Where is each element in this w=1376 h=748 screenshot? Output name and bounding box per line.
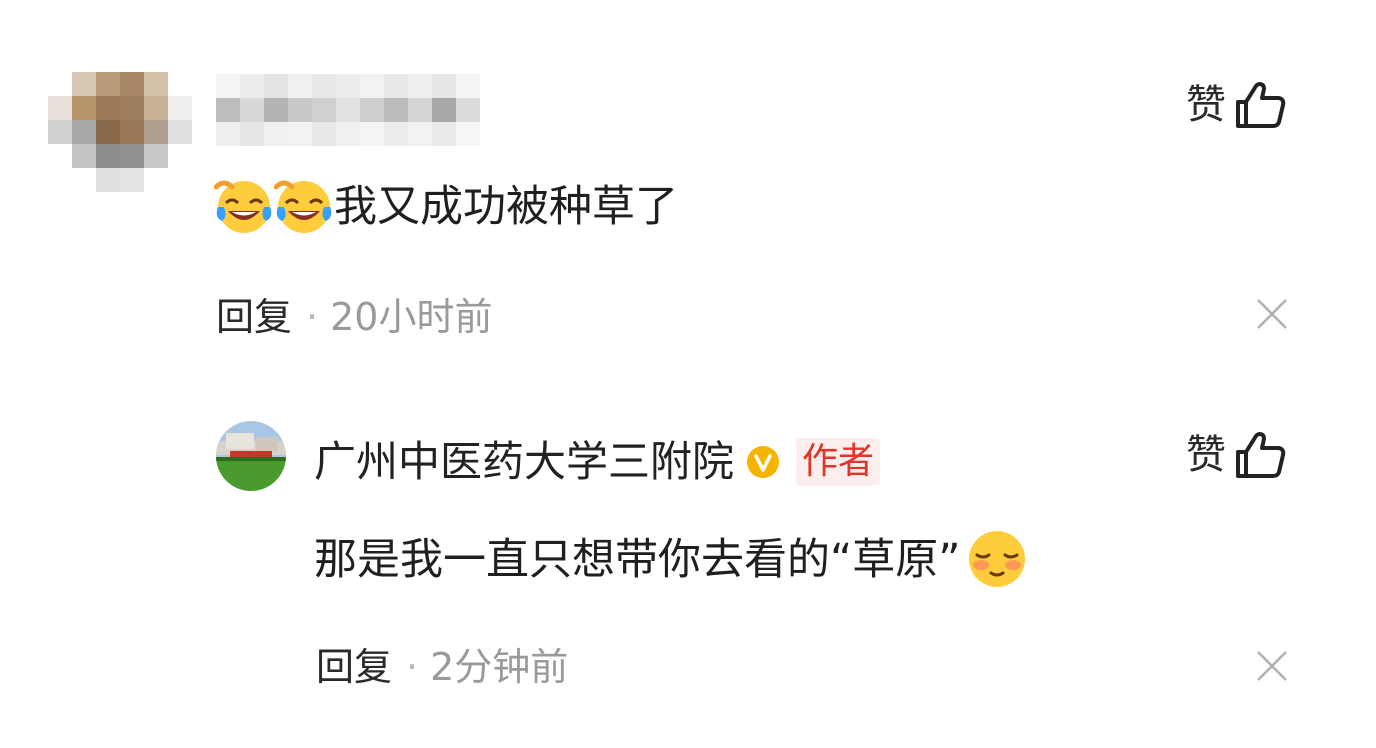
pixel-cell: [384, 98, 408, 122]
user-avatar-pixelated[interactable]: [48, 72, 192, 192]
author-avatar[interactable]: [216, 421, 286, 491]
pixel-cell: [168, 72, 192, 96]
pixel-cell: [72, 120, 96, 144]
pixel-cell: [264, 122, 288, 146]
pixel-cell: [408, 98, 432, 122]
comment-meta: 回复 · 20小时前: [216, 292, 492, 342]
pixel-cell: [120, 96, 144, 120]
pixel-cell: [384, 122, 408, 146]
pixel-cell: [96, 72, 120, 96]
like-button[interactable]: 赞: [1186, 430, 1286, 480]
reply-button[interactable]: 回复: [316, 645, 392, 689]
pixel-cell: [48, 168, 72, 192]
pixel-cell: [48, 144, 72, 168]
meta-separator: ·: [306, 295, 319, 339]
pixel-cell: [264, 98, 288, 122]
close-icon[interactable]: [1254, 296, 1290, 332]
pixel-cell: [312, 74, 336, 98]
blushing-smile-emoji: [968, 530, 1025, 587]
pixel-cell: [96, 96, 120, 120]
pixel-cell: [168, 144, 192, 168]
pixel-cell: [432, 98, 456, 122]
pixel-cell: [120, 120, 144, 144]
author-name[interactable]: 广州中医药大学三附院: [314, 434, 734, 490]
pixel-cell: [336, 74, 360, 98]
pixel-cell: [360, 98, 384, 122]
pixel-cell: [168, 168, 192, 192]
pixel-cell: [168, 120, 192, 144]
pixel-cell: [288, 74, 312, 98]
pixel-cell: [48, 120, 72, 144]
pixel-cell: [456, 122, 480, 146]
pixel-cell: [144, 144, 168, 168]
pixel-cell: [288, 122, 312, 146]
pixel-cell: [120, 168, 144, 192]
pixel-cell: [312, 98, 336, 122]
pixel-cell: [96, 120, 120, 144]
pixel-cell: [144, 120, 168, 144]
pixel-cell: [96, 168, 120, 192]
like-label: 赞: [1186, 82, 1226, 128]
pixel-cell: [48, 96, 72, 120]
pixel-cell: [312, 122, 336, 146]
pixel-cell: [408, 74, 432, 98]
comment-time: 20小时前: [330, 295, 493, 339]
author-header: 广州中医药大学三附院 作者: [314, 434, 881, 490]
pixel-cell: [384, 74, 408, 98]
comment-text: 我又成功被种草了: [214, 177, 678, 237]
comment-text: 那是我一直只想带你去看的“草原”: [314, 530, 1029, 590]
pixel-cell: [168, 96, 192, 120]
verified-badge-icon: [747, 446, 780, 478]
pixel-cell: [72, 96, 96, 120]
comment-text-content: 我又成功被种草了: [334, 182, 678, 232]
pixel-cell: [456, 98, 480, 122]
like-button[interactable]: 赞: [1186, 80, 1286, 130]
crying-laughing-emoji: [214, 180, 272, 233]
comment-text-content: 那是我一直只想带你去看的“草原”: [314, 535, 961, 585]
thumbs-up-icon: [1236, 432, 1286, 478]
pixel-cell: [360, 74, 384, 98]
crying-laughing-emoji: [274, 180, 332, 233]
comment-meta: 回复 · 2分钟前: [316, 642, 568, 692]
user-name-pixelated[interactable]: [216, 74, 480, 146]
pixel-cell: [72, 72, 96, 96]
pixel-cell: [144, 96, 168, 120]
comment-time: 2分钟前: [430, 645, 569, 689]
pixel-cell: [264, 74, 288, 98]
pixel-cell: [144, 72, 168, 96]
author-tag: 作者: [796, 438, 881, 486]
pixel-cell: [408, 122, 432, 146]
pixel-cell: [120, 144, 144, 168]
reply-button[interactable]: 回复: [216, 295, 292, 339]
pixel-cell: [216, 122, 240, 146]
pixel-cell: [288, 98, 312, 122]
pixel-cell: [360, 122, 384, 146]
pixel-cell: [432, 74, 456, 98]
author-avatar-image: [216, 421, 286, 491]
close-icon[interactable]: [1254, 648, 1290, 684]
pixel-cell: [72, 144, 96, 168]
meta-separator: ·: [406, 645, 419, 689]
like-label: 赞: [1186, 432, 1226, 478]
pixel-cell: [216, 98, 240, 122]
thumbs-up-icon: [1236, 82, 1286, 128]
pixel-cell: [144, 168, 168, 192]
pixel-cell: [120, 72, 144, 96]
pixel-cell: [216, 74, 240, 98]
pixel-cell: [240, 122, 264, 146]
pixel-cell: [336, 122, 360, 146]
pixel-cell: [432, 122, 456, 146]
pixel-cell: [240, 74, 264, 98]
pixel-cell: [336, 98, 360, 122]
pixel-cell: [72, 168, 96, 192]
pixel-cell: [48, 72, 72, 96]
pixel-cell: [240, 98, 264, 122]
pixel-cell: [456, 74, 480, 98]
pixel-cell: [96, 144, 120, 168]
